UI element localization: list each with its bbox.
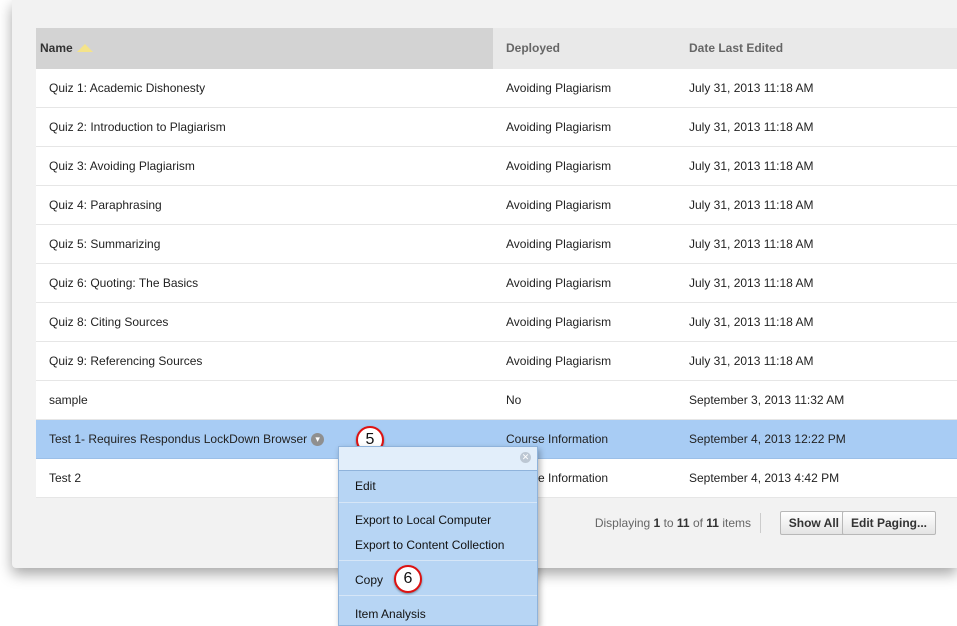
paging-total: 11 xyxy=(706,516,719,530)
menu-item-edit[interactable]: Edit xyxy=(355,479,376,493)
paging-to: 11 xyxy=(676,516,690,530)
table-row[interactable]: Quiz 6: Quoting: The Basics Avoiding Pla… xyxy=(36,264,957,303)
menu-item-export-local[interactable]: Export to Local Computer xyxy=(355,513,491,527)
column-header-date[interactable]: Date Last Edited xyxy=(689,28,783,69)
paging-prefix: Displaying xyxy=(594,516,654,530)
row-date: July 31, 2013 11:18 AM xyxy=(689,237,814,251)
edit-paging-button[interactable]: Edit Paging... xyxy=(841,511,936,535)
sort-ascending-icon xyxy=(76,43,93,52)
menu-separator xyxy=(339,502,537,503)
row-name[interactable]: Quiz 2: Introduction to Plagiarism xyxy=(49,108,226,146)
table-header: Name Deployed Date Last Edited xyxy=(36,28,957,69)
menu-separator xyxy=(339,560,537,561)
row-deployed: No xyxy=(506,393,522,407)
table-row[interactable]: Quiz 8: Citing Sources Avoiding Plagiari… xyxy=(36,303,957,342)
column-header-name[interactable]: Name xyxy=(40,28,93,69)
row-date: September 3, 2013 11:32 AM xyxy=(689,393,845,407)
row-name[interactable]: Quiz 6: Quoting: The Basics xyxy=(49,264,198,302)
row-date: July 31, 2013 11:18 AM xyxy=(689,276,814,290)
row-date: July 31, 2013 11:18 AM xyxy=(689,198,814,212)
row-date: September 4, 2013 4:42 PM xyxy=(689,471,840,485)
chevron-down-icon[interactable]: ▾ xyxy=(311,433,325,447)
column-header-name-label: Name xyxy=(40,41,73,55)
step-callout-6: 6 xyxy=(394,565,422,593)
row-name[interactable]: Quiz 5: Summarizing xyxy=(49,225,160,263)
row-name[interactable]: Test 2 xyxy=(49,459,81,497)
row-deployed: Avoiding Plagiarism xyxy=(506,354,612,368)
table-row[interactable]: Quiz 1: Academic Dishonesty Avoiding Pla… xyxy=(36,69,957,108)
row-name[interactable]: Test 1- Requires Respondus LockDown Brow… xyxy=(49,420,325,458)
row-name[interactable]: sample xyxy=(49,381,88,419)
close-icon[interactable]: ✕ xyxy=(520,452,531,463)
paging-of-word: of xyxy=(689,516,707,530)
table-row[interactable]: Quiz 2: Introduction to Plagiarism Avoid… xyxy=(36,108,957,147)
row-date: September 4, 2013 12:22 PM xyxy=(689,432,846,446)
tests-table: Name Deployed Date Last Edited Quiz 1: A… xyxy=(36,28,957,498)
paging-suffix: items xyxy=(718,516,751,530)
context-menu-header: ✕ xyxy=(339,447,537,471)
menu-item-item-analysis[interactable]: Item Analysis xyxy=(355,607,426,621)
row-name[interactable]: Quiz 4: Paraphrasing xyxy=(49,186,162,224)
name-header-bg xyxy=(36,28,493,69)
row-date: July 31, 2013 11:18 AM xyxy=(689,354,814,368)
row-deployed: Avoiding Plagiarism xyxy=(506,159,612,173)
column-header-deployed[interactable]: Deployed xyxy=(506,28,560,69)
row-context-menu: ✕ Edit Export to Local Computer Export t… xyxy=(338,446,538,626)
row-name[interactable]: Quiz 1: Academic Dishonesty xyxy=(49,69,205,107)
table-row[interactable]: Quiz 5: Summarizing Avoiding Plagiarism … xyxy=(36,225,957,264)
show-all-button[interactable]: Show All xyxy=(779,511,848,535)
row-date: July 31, 2013 11:18 AM xyxy=(689,81,814,95)
table-row[interactable]: Quiz 4: Paraphrasing Avoiding Plagiarism… xyxy=(36,186,957,225)
table-row[interactable]: Quiz 9: Referencing Sources Avoiding Pla… xyxy=(36,342,957,381)
row-date: July 31, 2013 11:18 AM xyxy=(689,159,814,173)
paging-divider xyxy=(760,513,761,533)
row-deployed: Avoiding Plagiarism xyxy=(506,315,612,329)
row-deployed: Avoiding Plagiarism xyxy=(506,237,612,251)
row-deployed: Avoiding Plagiarism xyxy=(506,276,612,290)
row-deployed: Avoiding Plagiarism xyxy=(506,198,612,212)
row-deployed: Avoiding Plagiarism xyxy=(506,120,612,134)
paging-to-word: to xyxy=(660,516,677,530)
row-deployed: Avoiding Plagiarism xyxy=(506,81,612,95)
row-name-label: Test 1- Requires Respondus LockDown Brow… xyxy=(49,432,308,446)
row-name[interactable]: Quiz 9: Referencing Sources xyxy=(49,342,202,380)
menu-item-copy[interactable]: Copy xyxy=(355,573,383,587)
menu-item-export-content-collection[interactable]: Export to Content Collection xyxy=(355,538,504,552)
menu-separator xyxy=(339,595,537,596)
row-name[interactable]: Quiz 8: Citing Sources xyxy=(49,303,168,341)
paging-summary: Displaying 1 to 11 of 11 items xyxy=(595,501,751,545)
row-date: July 31, 2013 11:18 AM xyxy=(689,315,814,329)
table-row[interactable]: sample No September 3, 2013 11:32 AM xyxy=(36,381,957,420)
row-name[interactable]: Quiz 3: Avoiding Plagiarism xyxy=(49,147,195,185)
row-date: July 31, 2013 11:18 AM xyxy=(689,120,814,134)
table-row[interactable]: Quiz 3: Avoiding Plagiarism Avoiding Pla… xyxy=(36,147,957,186)
